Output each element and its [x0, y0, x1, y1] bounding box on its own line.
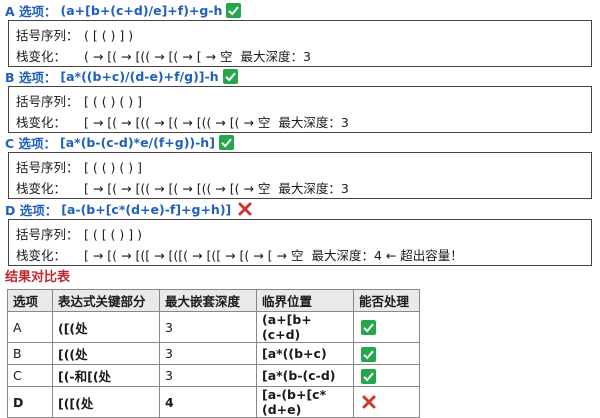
cell-key-part: ([(处 — [52, 311, 160, 343]
result-section-title: 结果对比表 — [5, 270, 71, 285]
max-depth: 最大深度：4 ← 超出容量！ — [311, 248, 463, 263]
stack-label: 栈变化： — [16, 181, 67, 196]
sequence-label: 括号序列： — [16, 160, 79, 175]
stack-changes: [ → [( → [(( → [( → [(( → [( → 空 — [84, 115, 271, 130]
cell-depth: 3 — [159, 311, 257, 343]
cell-option: D — [7, 386, 53, 418]
sequence-label: 括号序列： — [16, 28, 79, 43]
option-expression: [a*((b+c)/(d-e)+f/g)]-h — [60, 68, 219, 84]
cell-depth: 3 — [159, 342, 257, 365]
max-depth: 最大深度：3 — [240, 49, 311, 64]
check-icon — [226, 2, 242, 18]
bracket-sequence: [ ( [ ( ) ] ) — [84, 227, 142, 242]
check-icon — [218, 134, 234, 150]
option-expression: [a*(b-(c-d)*e/(f+g))-h] — [60, 134, 215, 150]
cell-key-part: [([(处 — [52, 386, 160, 418]
option-title-label: A 选项： — [5, 3, 57, 19]
cell-option: C — [7, 364, 53, 387]
header-max-depth: 最大嵌套深度 — [159, 289, 257, 312]
cell-key-part: [((处 — [52, 342, 160, 365]
table-row: D [([(处 4 [a-(b+[c*(d+e) — [7, 386, 420, 418]
cell-depth: 4 — [159, 386, 257, 418]
result-table: 选项 表达式关键部分 最大嵌套深度 临界位置 能否处理 A ([(处 3 (a+… — [7, 289, 420, 418]
option-d-box: 括号序列： [ ( [ ( ) ] ) 栈变化： [ → [( → [([ → [(… — [8, 219, 592, 266]
header-can-handle: 能否处理 — [353, 289, 420, 312]
option-b-title: B 选项： [a*((b+c)/(d-e)+f/g)]-h — [5, 66, 238, 86]
cross-icon — [361, 394, 377, 410]
option-title-label: B 选项： — [5, 69, 57, 85]
check-icon — [361, 368, 376, 384]
stack-label: 栈变化： — [16, 115, 67, 130]
stack-label: 栈变化： — [16, 248, 67, 263]
header-key-part: 表达式关键部分 — [52, 289, 160, 312]
option-title-label: C 选项： — [5, 135, 57, 151]
cell-result — [353, 364, 420, 387]
option-d-title: D 选项： [a-(b+[c*(d+e)-f]+g+h)] — [5, 199, 253, 219]
cell-depth: 3 — [159, 364, 257, 387]
stack-changes: [ → [( → [([ → [([( → [([ → [( → [ → 空 — [84, 248, 304, 263]
cell-key-part: [(-和[(处 — [52, 364, 160, 387]
check-icon — [361, 346, 376, 362]
option-b-box: 括号序列： [ ( ( ) ( ) ] 栈变化： [ → [( → [(( → [(… — [8, 86, 592, 133]
cell-position: [a*((b+c) — [256, 342, 354, 365]
table-header-row: 选项 表达式关键部分 最大嵌套深度 临界位置 能否处理 — [7, 289, 420, 312]
table-row: C [(-和[(处 3 [a*(b-(c-d) — [7, 364, 420, 387]
cell-result — [353, 311, 420, 343]
cell-option: A — [7, 311, 53, 343]
header-critical-position: 临界位置 — [256, 289, 354, 312]
cell-result — [353, 342, 420, 365]
option-a-box: 括号序列： ( [ ( ) ] ) 栈变化： ( → [( → [(( → [( →… — [8, 20, 592, 67]
cell-position: (a+[b+(c+d) — [256, 311, 354, 343]
max-depth: 最大深度：3 — [278, 181, 349, 196]
bracket-sequence: ( [ ( ) ] ) — [84, 28, 134, 43]
header-option: 选项 — [7, 289, 53, 312]
bracket-sequence: [ ( ( ) ( ) ] — [84, 160, 142, 175]
sequence-label: 括号序列： — [16, 94, 79, 109]
check-icon — [361, 320, 376, 335]
cell-position: [a*(b-(c-d) — [256, 364, 354, 387]
table-row: B [((处 3 [a*((b+c) — [7, 342, 420, 365]
option-a-title: A 选项： (a+[b+(c+d)/e]+f)+g-h — [5, 0, 242, 20]
max-depth: 最大深度：3 — [278, 115, 349, 130]
sequence-label: 括号序列： — [16, 227, 79, 242]
cross-icon — [237, 201, 253, 217]
bracket-sequence: [ ( ( ) ( ) ] — [84, 94, 142, 109]
option-title-label: D 选项： — [5, 202, 58, 218]
option-c-title: C 选项： [a*(b-(c-d)*e/(f+g))-h] — [5, 132, 234, 152]
option-expression: [a-(b+[c*(d+e)-f]+g+h)] — [61, 201, 232, 217]
cell-option: B — [7, 342, 53, 365]
stack-label: 栈变化： — [16, 49, 67, 64]
table-row: A ([(处 3 (a+[b+(c+d) — [7, 311, 420, 343]
stack-changes: ( → [( → [(( → [( → [ → 空 — [84, 49, 233, 64]
option-expression: (a+[b+(c+d)/e]+f)+g-h — [60, 2, 223, 18]
check-icon — [222, 68, 238, 84]
stack-changes: [ → [( → [(( → [( → [(( → [( → 空 — [84, 181, 271, 196]
cell-result — [353, 386, 420, 418]
cell-position: [a-(b+[c*(d+e) — [256, 386, 354, 418]
option-c-box: 括号序列： [ ( ( ) ( ) ] 栈变化： [ → [( → [(( → [(… — [8, 152, 592, 199]
